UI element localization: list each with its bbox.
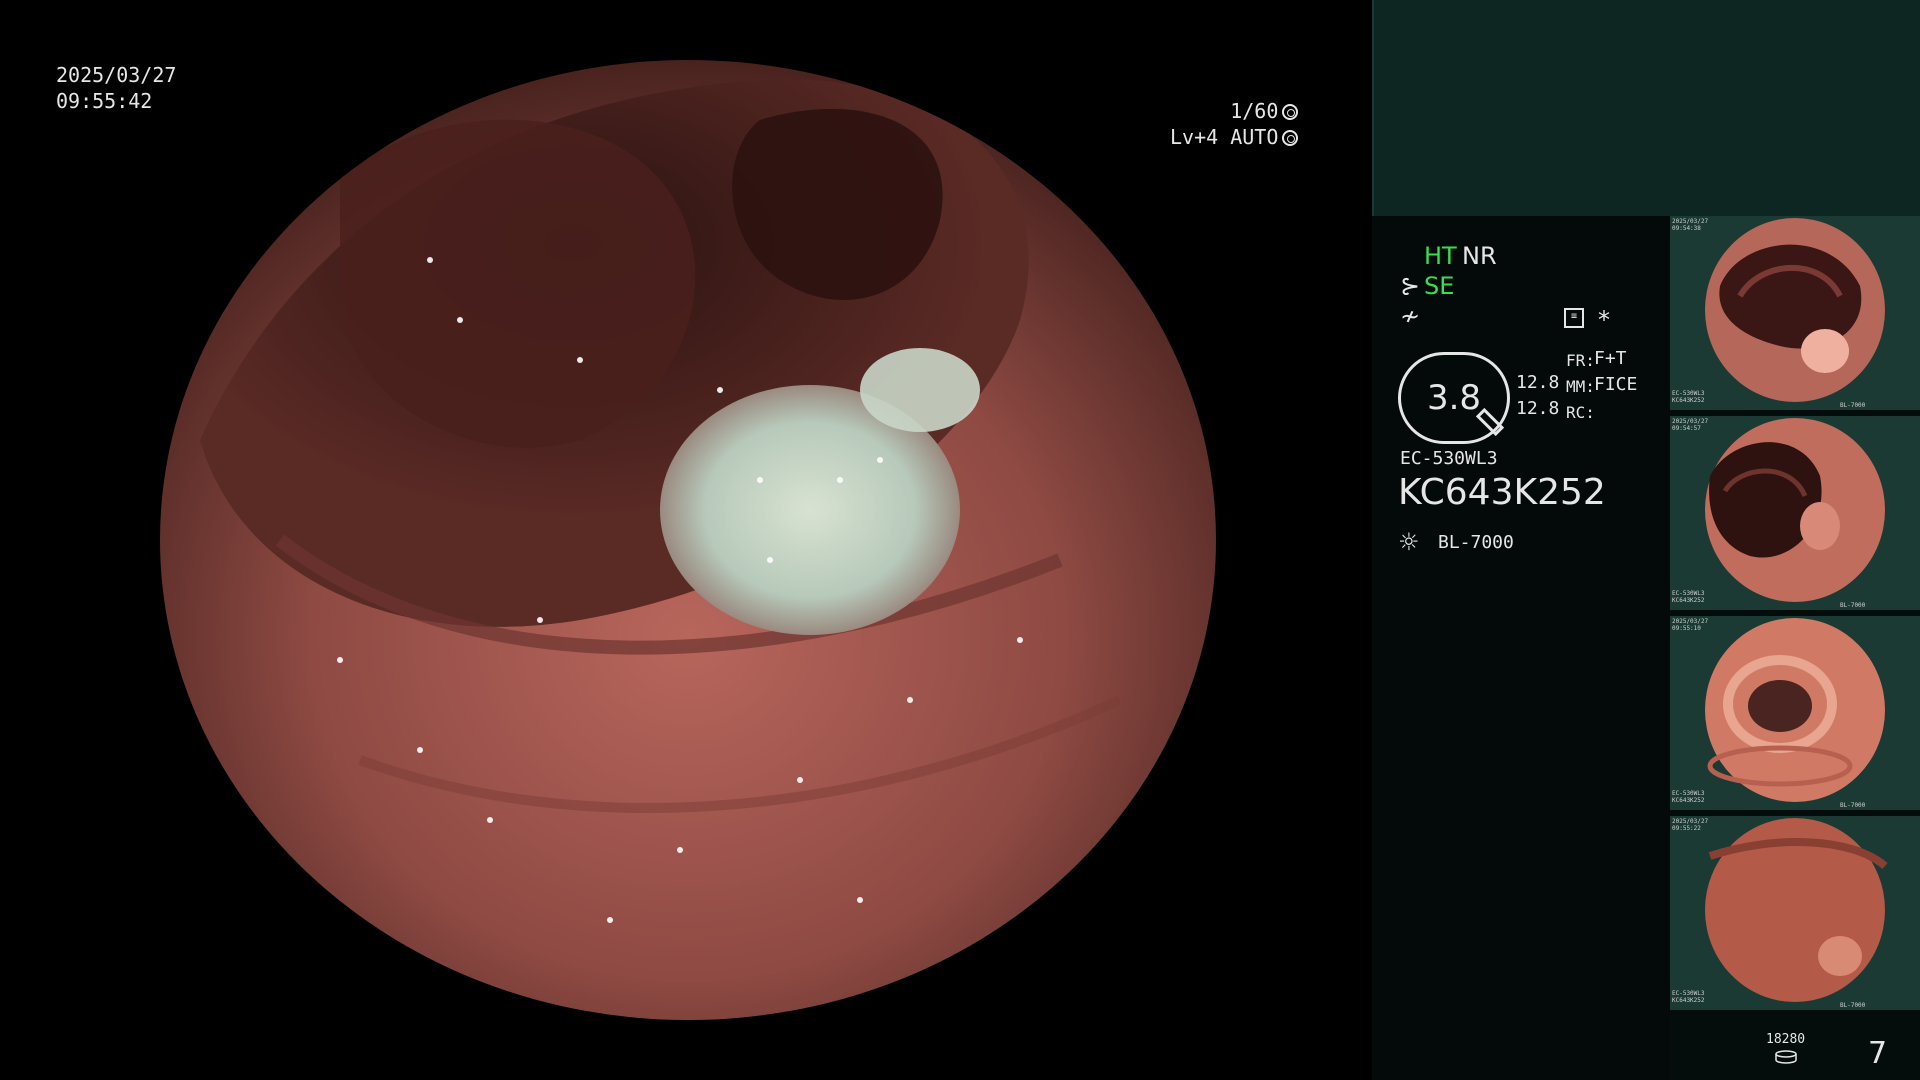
thumb-model: EC-530WL3 — [1672, 790, 1705, 797]
header-panel — [1372, 0, 1920, 216]
datetime-readout: 2025/03/27 09:55:42 — [56, 62, 176, 114]
scope-model: EC-530WL3 — [1400, 448, 1498, 469]
settings-list-icon: ≡ — [1564, 308, 1584, 328]
thumb-serial: KC643K252 — [1672, 597, 1705, 604]
thumb-model: EC-530WL3 — [1672, 990, 1705, 997]
thumb-time: 09:55:22 — [1672, 825, 1701, 832]
auto-iris-icon — [1282, 130, 1299, 146]
thumbnail-2[interactable]: 2025/03/27 09:54:57 EC-530WL3 KC643K252 BL… — [1670, 416, 1920, 610]
thumb-light: BL-7000 — [1840, 802, 1866, 809]
rc-label: RC: — [1566, 403, 1595, 422]
thumb-serial: KC643K252 — [1672, 397, 1705, 404]
exposure-readout: 1/60 Lv+4 AUTO — [1170, 98, 1299, 150]
info-sidebar: HT NR ⊱ SE ≁ ≡ * 12.8 12.8 FR: F+T MM: F… — [1372, 0, 1920, 1080]
mm-value: FICE — [1594, 374, 1638, 395]
light-source: BL-7000 — [1438, 532, 1514, 553]
thumbnail-image — [1670, 216, 1920, 410]
thumb-time: 09:55:10 — [1672, 625, 1701, 632]
settings-panel: HT NR ⊱ SE ≁ ≡ * 12.8 12.8 FR: F+T MM: F… — [1372, 216, 1670, 1080]
thumb-date: 2025/03/27 — [1672, 418, 1709, 425]
thumb-light: BL-7000 — [1840, 602, 1866, 609]
thumb-date: 2025/03/27 — [1672, 218, 1709, 225]
enhance-icon: ⊱ — [1400, 272, 1421, 300]
thumb-light: BL-7000 — [1840, 402, 1866, 409]
contrast-icon: ≁ — [1400, 302, 1421, 330]
capture-date: 2025/03/27 — [56, 63, 177, 87]
value-readout-1: 12.8 — [1516, 372, 1560, 393]
thumbnail-1[interactable]: 2025/03/27 09:54:38 EC-530WL3 KC643K252 BL… — [1670, 216, 1920, 410]
fr-value: F+T — [1594, 348, 1627, 369]
light-source-icon: ☼ — [1398, 528, 1420, 556]
ht-indicator: HT — [1424, 242, 1457, 270]
thumb-time: 09:54:38 — [1672, 225, 1701, 232]
endoscope-live-view: 2025/03/27 09:55:42 1/60 Lv+4 AUTO — [0, 0, 1372, 1080]
thumbnail-3[interactable]: 2025/03/27 09:55:10 EC-530WL3 KC643K252 BL… — [1670, 616, 1920, 810]
shutter-speed: 1/60 — [1230, 99, 1279, 123]
se-indicator: SE — [1424, 272, 1455, 300]
shutter-icon — [1282, 104, 1299, 120]
thumb-date: 2025/03/27 — [1672, 618, 1709, 625]
thumbnail-image — [1670, 816, 1920, 1010]
thumbnail-image — [1670, 616, 1920, 810]
value-readout-2: 12.8 — [1516, 398, 1560, 419]
brightness-level: Lv+4 AUTO — [1170, 125, 1279, 149]
thumb-serial: KC643K252 — [1672, 997, 1705, 1004]
storage-count: 18280 — [1766, 1032, 1806, 1047]
page-number: 7 — [1868, 1036, 1888, 1071]
endoscopic-image — [160, 60, 1216, 1020]
star-indicator: * — [1598, 306, 1610, 334]
thumb-light: BL-7000 — [1840, 1002, 1866, 1009]
thumb-model: EC-530WL3 — [1672, 390, 1705, 397]
fr-label: FR: — [1566, 351, 1595, 370]
thumbnail-4[interactable]: 2025/03/27 09:55:22 EC-530WL3 KC643K252 BL… — [1670, 816, 1920, 1010]
thumbnail-image — [1670, 416, 1920, 610]
thumb-date: 2025/03/27 — [1672, 818, 1709, 825]
mm-label: MM: — [1566, 377, 1595, 396]
storage-disk-icon — [1775, 1050, 1797, 1064]
thumb-serial: KC643K252 — [1672, 797, 1705, 804]
scope-serial: KC643K252 — [1398, 472, 1606, 513]
capture-time: 09:55:42 — [56, 89, 153, 113]
colon-lumen-illustration — [160, 60, 1216, 1020]
nr-indicator: NR — [1462, 242, 1497, 270]
thumb-time: 09:54:57 — [1672, 425, 1701, 432]
thumb-model: EC-530WL3 — [1672, 590, 1705, 597]
